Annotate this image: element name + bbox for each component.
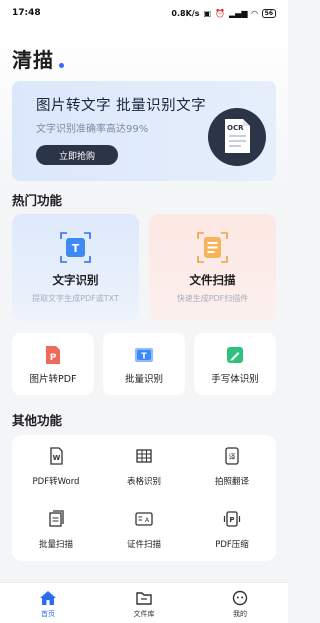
status-bar: 17:48 0.8K/s ▣ ⏰ ▂▄▆ ◠ 56 xyxy=(0,0,288,26)
nav-file-library[interactable]: 文件库 xyxy=(96,583,192,623)
other-functions-panel: W PDF转Word 表格识别 译 拍照翻译 批量扫描 A 证件扫描 P PDF… xyxy=(12,435,276,561)
text-recognition-icon: T xyxy=(60,232,91,263)
pdf-to-word-glyph: W xyxy=(53,454,61,462)
photo-translate-label: 拍照翻译 xyxy=(214,477,249,487)
nav-home-label: 首页 xyxy=(41,610,55,618)
status-time: 17:48 xyxy=(12,8,41,18)
id-card-glyph: A xyxy=(145,517,150,524)
pdf-to-word-label: PDF转Word xyxy=(32,477,80,487)
document-scan-desc: 快速生成PDF扫描件 xyxy=(176,294,249,303)
home-icon xyxy=(40,591,56,605)
wifi-icon: ◠ xyxy=(251,8,258,18)
id-card-icon: A xyxy=(135,512,153,526)
promo-banner[interactable]: 图片转文字 批量识别文字 文字识别准确率高达99% 立即抢购 OCR xyxy=(12,81,276,181)
pdf-to-word-icon: W xyxy=(50,447,63,465)
hot-section-title: 热门功能 xyxy=(12,193,63,208)
batch-scan-icon xyxy=(49,510,64,527)
batch-recognition-glyph: T xyxy=(141,352,147,361)
image-to-pdf-label: 图片转PDF xyxy=(29,374,77,385)
batch-recognition-icon: T xyxy=(135,348,153,362)
text-recognition-glyph: T xyxy=(72,242,80,255)
page-title: 清描 xyxy=(12,48,54,72)
sim-icon: ▣ xyxy=(203,8,212,18)
other-section-title: 其他功能 xyxy=(12,413,63,428)
pdf-compress-icon: P xyxy=(223,511,241,527)
handwriting-icon xyxy=(227,347,243,363)
text-recognition-label: 文字识别 xyxy=(52,273,99,287)
network-speed: 0.8K/s xyxy=(171,8,200,18)
profile-icon xyxy=(232,590,248,606)
bottom-nav: 首页 文件库 我的 xyxy=(0,582,288,623)
folder-icon xyxy=(136,592,152,605)
translate-icon: 译 xyxy=(225,447,239,465)
document-scan-icon xyxy=(197,232,228,263)
ocr-label: OCR xyxy=(227,124,244,132)
pdf-compress-label: PDF压缩 xyxy=(215,540,249,550)
nav-file-library-label: 文件库 xyxy=(133,610,155,618)
batch-scan-item[interactable]: 批量扫描 xyxy=(12,510,100,560)
photo-translate-item[interactable]: 译 拍照翻译 xyxy=(188,447,276,497)
alarm-icon: ⏰ xyxy=(215,8,226,18)
banner-subtitle: 文字识别准确率高达99% xyxy=(36,124,149,135)
nav-home[interactable]: 首页 xyxy=(0,583,96,623)
battery-icon: 56 xyxy=(261,8,276,18)
image-to-pdf-card[interactable]: P 图片转PDF xyxy=(12,333,94,395)
title-dot xyxy=(59,63,64,68)
id-scan-label: 证件扫描 xyxy=(126,540,161,550)
text-recognition-desc: 提取文字生成PDF或TXT xyxy=(32,294,119,303)
status-indicators: 0.8K/s ▣ ⏰ ▂▄▆ ◠ 56 xyxy=(171,8,276,18)
text-recognition-card[interactable]: T 文字识别 提取文字生成PDF或TXT xyxy=(12,214,139,321)
nav-profile-label: 我的 xyxy=(233,610,247,618)
pdf-to-word-item[interactable]: W PDF转Word xyxy=(12,447,100,497)
batch-scan-label: 批量扫描 xyxy=(38,540,73,550)
handwriting-label: 手写体识别 xyxy=(211,374,259,385)
table-recognition-label: 表格识别 xyxy=(126,477,161,487)
document-scan-label: 文件扫描 xyxy=(189,273,236,287)
title-row: 清描 xyxy=(12,44,64,73)
pdf-compress-item[interactable]: P PDF压缩 xyxy=(188,510,276,560)
batch-recognition-label: 批量识别 xyxy=(124,374,163,385)
banner-title: 图片转文字 批量识别文字 xyxy=(36,98,207,114)
nav-profile[interactable]: 我的 xyxy=(192,583,288,623)
table-recognition-item[interactable]: 表格识别 xyxy=(100,447,188,497)
document-scan-card[interactable]: 文件扫描 快速生成PDF扫描件 xyxy=(149,214,276,321)
handwriting-card[interactable]: 手写体识别 xyxy=(194,333,276,395)
pdf-icon: P xyxy=(46,346,60,364)
ocr-document-icon: OCR xyxy=(208,108,266,166)
buy-now-button[interactable]: 立即抢购 xyxy=(36,145,118,165)
signal-icon: ▂▄▆ xyxy=(229,8,248,18)
table-icon xyxy=(136,449,152,463)
pdf-compress-glyph: P xyxy=(229,516,234,524)
translate-glyph: 译 xyxy=(229,453,236,461)
pdf-glyph: P xyxy=(50,353,57,363)
batch-recognition-card[interactable]: T 批量识别 xyxy=(103,333,185,395)
id-scan-item[interactable]: A 证件扫描 xyxy=(100,510,188,560)
